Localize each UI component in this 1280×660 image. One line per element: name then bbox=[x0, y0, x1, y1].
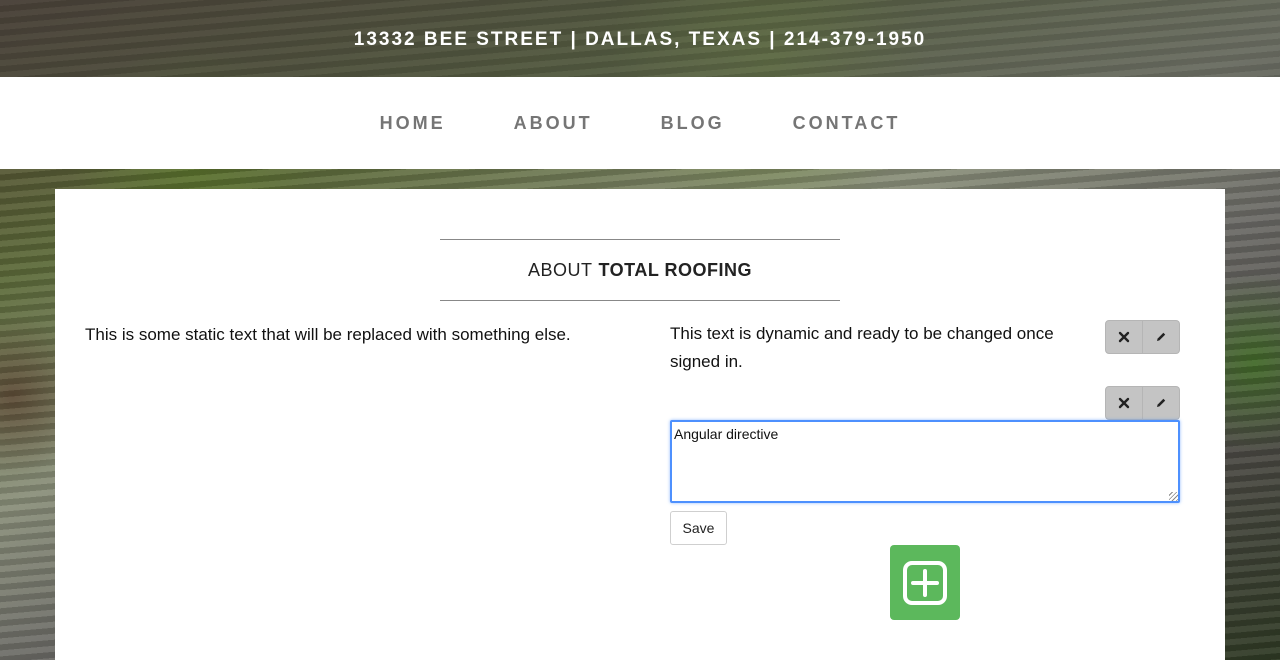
resize-handle[interactable] bbox=[1169, 492, 1178, 501]
section-heading: ABOUT TOTAL ROOFING bbox=[440, 239, 840, 301]
add-block-button[interactable] bbox=[890, 545, 960, 620]
edit-button[interactable] bbox=[1143, 386, 1180, 420]
top-contact-bar: 13332 BEE STREET | DALLAS, TEXAS | 214-3… bbox=[0, 0, 1280, 77]
main-nav: HOME ABOUT BLOG CONTACT bbox=[0, 77, 1280, 169]
close-icon bbox=[1118, 397, 1130, 409]
nav-item-blog[interactable]: BLOG bbox=[661, 113, 725, 134]
nav-item-home[interactable]: HOME bbox=[380, 113, 446, 134]
pencil-icon bbox=[1157, 332, 1166, 341]
static-text: This is some static text that will be re… bbox=[85, 325, 571, 344]
save-button[interactable]: Save bbox=[670, 511, 727, 545]
content-editor-textarea[interactable]: Angular directive bbox=[670, 420, 1180, 503]
pencil-icon bbox=[1157, 398, 1166, 407]
editor-actions bbox=[1105, 386, 1180, 420]
delete-button[interactable] bbox=[1105, 386, 1143, 420]
nav-item-contact[interactable]: CONTACT bbox=[793, 113, 901, 134]
edit-button[interactable] bbox=[1143, 320, 1180, 354]
content-panel: ABOUT TOTAL ROOFING This is some static … bbox=[55, 189, 1225, 660]
heading-prefix: ABOUT bbox=[527, 259, 593, 280]
heading-bold: TOTAL ROOFING bbox=[598, 259, 752, 280]
nav-item-about[interactable]: ABOUT bbox=[514, 113, 593, 134]
dynamic-text: This text is dynamic and ready to be cha… bbox=[670, 324, 1054, 371]
page: 13332 BEE STREET | DALLAS, TEXAS | 214-3… bbox=[0, 0, 1280, 660]
dynamic-text-actions bbox=[1105, 320, 1180, 354]
close-icon bbox=[1118, 331, 1130, 343]
contact-info: 13332 BEE STREET | DALLAS, TEXAS | 214-3… bbox=[353, 29, 927, 50]
delete-button[interactable] bbox=[1105, 320, 1143, 354]
plus-square-icon bbox=[903, 560, 947, 605]
